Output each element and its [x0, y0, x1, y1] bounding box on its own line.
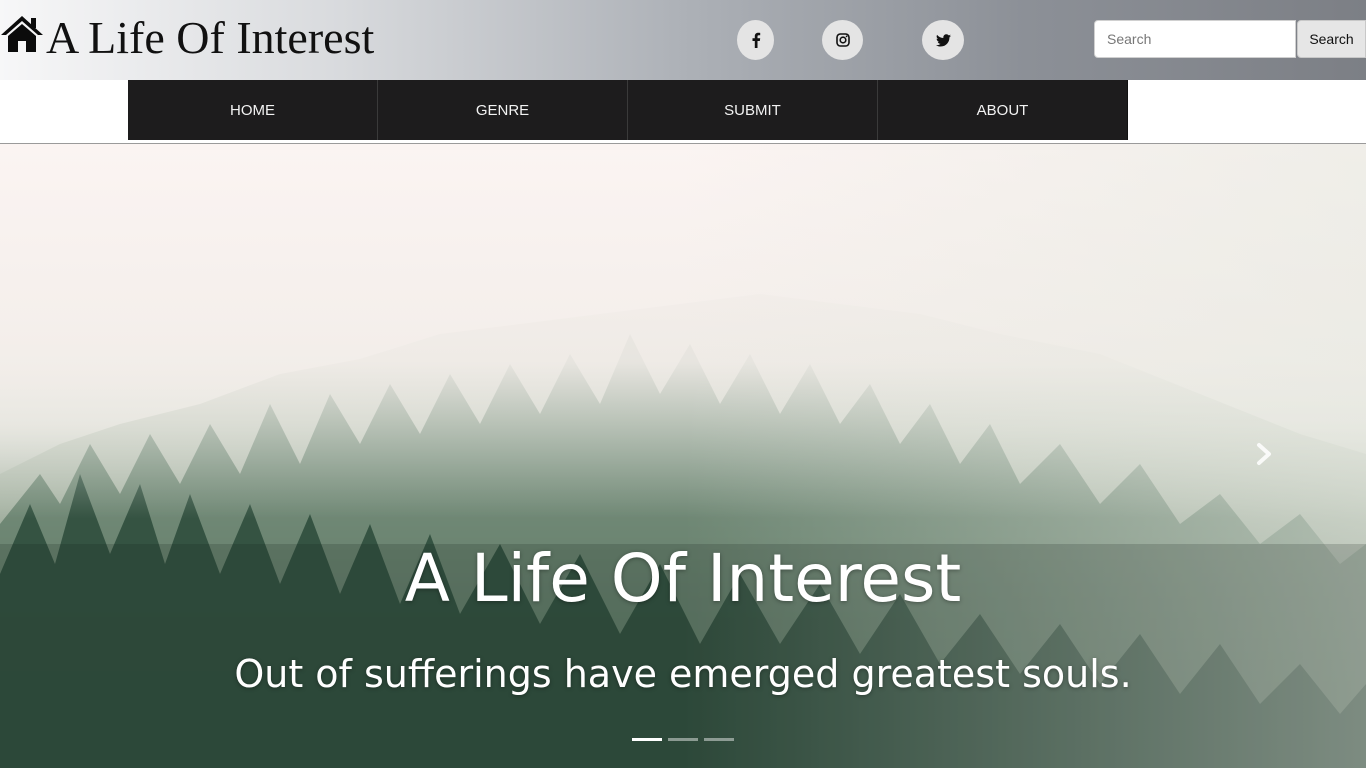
- nav-item-genre[interactable]: GENRE: [378, 80, 628, 140]
- brand[interactable]: A Life Of Interest: [0, 8, 374, 68]
- search-button[interactable]: Search: [1297, 20, 1366, 58]
- carousel-indicator-2[interactable]: [668, 738, 698, 741]
- site-header: A Life Of Interest Search: [0, 0, 1366, 80]
- search-input[interactable]: [1094, 20, 1296, 58]
- instagram-link[interactable]: [822, 20, 863, 60]
- nav-item-submit[interactable]: SUBMIT: [628, 80, 878, 140]
- main-nav: HOME GENRE SUBMIT ABOUT: [128, 80, 1128, 140]
- facebook-link[interactable]: [737, 20, 774, 60]
- nav-item-about[interactable]: ABOUT: [878, 80, 1128, 140]
- hero-title: A Life Of Interest: [404, 540, 962, 617]
- home-icon: [0, 14, 44, 54]
- brand-title: A Life Of Interest: [46, 12, 375, 63]
- carousel-indicator-3[interactable]: [704, 738, 734, 741]
- carousel-indicator-1[interactable]: [632, 738, 662, 741]
- instagram-icon: [835, 33, 850, 47]
- hero-carousel: A Life Of Interest Out of sufferings hav…: [0, 144, 1366, 768]
- facebook-icon: [751, 32, 761, 48]
- carousel-indicators: [632, 738, 740, 741]
- nav-item-home[interactable]: HOME: [128, 80, 378, 140]
- chevron-right-icon: [1250, 443, 1278, 472]
- carousel-next-button[interactable]: [1250, 440, 1278, 468]
- twitter-icon: [935, 33, 951, 47]
- twitter-link[interactable]: [922, 20, 964, 60]
- hero-subtitle: Out of sufferings have emerged greatest …: [234, 652, 1132, 696]
